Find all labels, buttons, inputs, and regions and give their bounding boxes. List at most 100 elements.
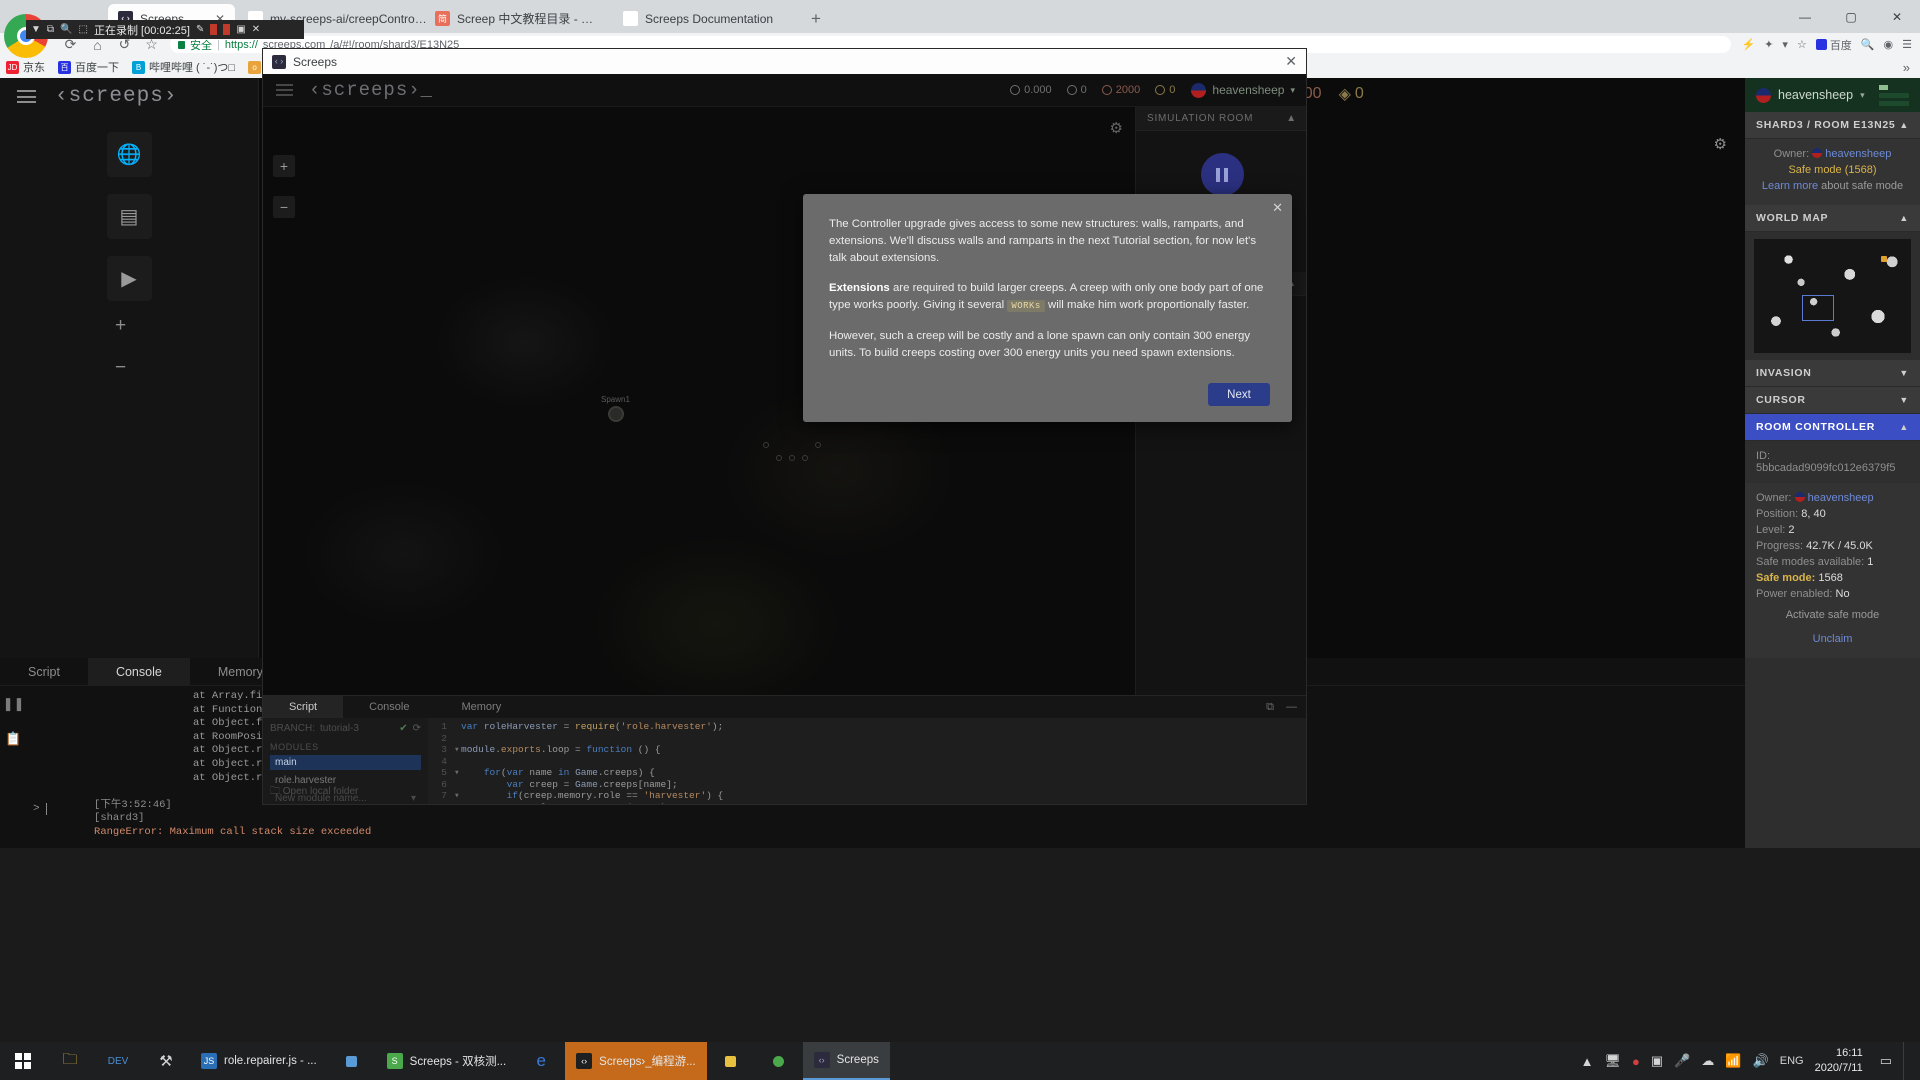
outer-settings-gear-icon[interactable]: ⚙ <box>1714 135 1727 153</box>
tab-console[interactable]: Console <box>343 696 435 718</box>
close-window-icon[interactable]: ✕ <box>1874 0 1920 33</box>
cloud-icon[interactable]: ☁ <box>1701 1053 1714 1069</box>
section-room-controller-header[interactable]: ROOM CONTROLLER ▲ <box>1745 414 1920 441</box>
map-zoom-in-button[interactable]: + <box>273 155 295 177</box>
popout-icon[interactable]: ⧉ <box>1266 701 1274 714</box>
tool-icon[interactable]: ⚒ <box>142 1042 190 1080</box>
baidu-button[interactable]: 百度 <box>1815 37 1852 53</box>
shared-window-titlebar[interactable]: ‹› Screeps ✕ <box>263 49 1306 74</box>
taskbar-item-vscode[interactable]: JS role.repairer.js - ... <box>190 1042 328 1080</box>
tab-memory[interactable]: Memory <box>435 696 527 718</box>
map-settings-gear-icon[interactable]: ⚙ <box>1110 119 1123 137</box>
fold-marker[interactable] <box>454 721 461 733</box>
close-icon[interactable]: ✕ <box>1272 200 1283 216</box>
fold-marker[interactable]: ▾ <box>454 790 461 802</box>
notification-icon[interactable]: ▭ <box>1880 1053 1892 1069</box>
volume-icon[interactable]: 🔊 <box>1753 1053 1769 1069</box>
taskbar-item-screeps-game[interactable]: ‹› Screeps›_编程游... <box>565 1042 707 1080</box>
owner-value[interactable]: heavensheep <box>1808 492 1874 504</box>
section-room-header[interactable]: SHARD3 / ROOM E13N25 ▲ <box>1745 112 1920 139</box>
zoom-in-button[interactable]: + <box>115 315 143 343</box>
extension-slot[interactable] <box>802 455 808 461</box>
section-invasion-header[interactable]: INVASION ▼ <box>1745 360 1920 387</box>
language-indicator[interactable]: ENG <box>1780 1055 1804 1067</box>
maximize-icon[interactable]: ▢ <box>1828 0 1874 33</box>
extension-slot[interactable] <box>789 455 795 461</box>
translate-icon[interactable]: ✦ <box>1764 38 1773 51</box>
taskbar-item-app3[interactable] <box>755 1042 803 1080</box>
sidebar-item-overview[interactable]: ▤ <box>106 194 152 239</box>
hamburger-menu-icon[interactable] <box>17 90 36 103</box>
dropdown-icon[interactable]: ▼ <box>31 24 41 35</box>
record-icon[interactable] <box>223 24 231 35</box>
close-icon[interactable]: ✕ <box>252 24 260 35</box>
module-item-main[interactable]: main <box>270 755 421 770</box>
taskbar-item-edge[interactable]: e <box>517 1042 565 1080</box>
owner-value[interactable]: heavensheep <box>1825 148 1891 160</box>
tab-script[interactable]: Script <box>0 658 88 685</box>
section-cursor-header[interactable]: CURSOR ▼ <box>1745 387 1920 414</box>
hamburger-menu-icon[interactable] <box>276 84 293 96</box>
menu-icon[interactable]: ☰ <box>1902 38 1912 51</box>
file-explorer-icon[interactable]: 🗀 <box>46 1042 94 1080</box>
next-button[interactable]: Next <box>1208 383 1270 406</box>
sidebar-item-replay[interactable]: ▶ <box>106 256 152 301</box>
refresh-icon[interactable]: ⟳ <box>413 723 421 734</box>
unclaim-button[interactable]: Unclaim <box>1756 633 1909 645</box>
region-icon[interactable]: ⧉ <box>47 24 54 35</box>
bookmark-misc[interactable]: o <box>248 60 262 74</box>
sidebar-item-world[interactable]: 🌐 <box>106 132 152 177</box>
select-icon[interactable]: ⬚ <box>79 24 88 35</box>
code-editor[interactable]: 1 var roleHarvester = require('role.harve… <box>428 718 1306 804</box>
section-simulation-room-header[interactable]: SIMULATION ROOM ▲ <box>1136 107 1306 131</box>
bookmark-jd[interactable]: JD 京东 <box>6 59 45 75</box>
search-icon[interactable]: 🔍 <box>1861 38 1875 51</box>
pen-icon[interactable]: ✎ <box>196 24 204 35</box>
extension-slot[interactable] <box>763 442 769 448</box>
camera-icon[interactable]: ▣ <box>236 24 245 35</box>
bookmark-baidu[interactable]: 百 百度一下 <box>58 59 119 75</box>
extension-icon[interactable]: ⚡ <box>1741 38 1755 51</box>
record-icon[interactable]: ● <box>1632 1054 1640 1069</box>
tab-console[interactable]: Console <box>87 658 190 685</box>
stop-icon[interactable] <box>210 24 218 35</box>
new-tab-button[interactable]: + <box>803 6 829 32</box>
simulation-pause-button[interactable] <box>1200 153 1244 196</box>
clipboard-icon[interactable]: 📋 <box>5 731 21 747</box>
bookmark-overflow-icon[interactable]: » <box>1903 60 1914 75</box>
start-button[interactable] <box>0 1042 46 1080</box>
taskbar-item-notes[interactable] <box>707 1042 755 1080</box>
activate-safe-mode-button[interactable]: Activate safe mode <box>1756 609 1909 621</box>
learn-more-link[interactable]: Learn more <box>1762 180 1818 192</box>
screen-recorder-toolbar[interactable]: ▼ ⧉ 🔍 ⬚ 正在录制 [00:02:25] ✎ ▣ ✕ <box>26 20 304 39</box>
tab-script[interactable]: Script <box>263 696 344 718</box>
chevron-down-icon[interactable]: ▾ <box>1782 38 1788 51</box>
minimize-icon[interactable]: — <box>1286 701 1297 713</box>
chevron-down-icon[interactable]: ▾ <box>1860 90 1865 101</box>
browser-tab-docs[interactable]: 🗎 Screeps Documentation <box>613 4 798 33</box>
world-map[interactable] <box>1754 239 1911 353</box>
show-desktop-button[interactable] <box>1903 1042 1910 1080</box>
open-local-folder-button[interactable]: 🗀 Open local folder <box>270 784 358 801</box>
network-icon[interactable]: 📶 <box>1725 1053 1741 1069</box>
editor-branch-row[interactable]: BRANCH: tutorial-3 ✔ ⟳ <box>270 723 421 734</box>
screen-icon[interactable]: ▣ <box>1651 1053 1663 1069</box>
inner-user-menu[interactable]: heavensheep ▾ <box>1191 82 1295 98</box>
outer-user-bar[interactable]: heavensheep ▾ <box>1745 78 1920 112</box>
chevron-up-icon[interactable]: ▲ <box>1581 1054 1594 1069</box>
taskbar-item-screeps-chrome[interactable]: S Screeps - 双核测... <box>376 1042 518 1080</box>
bookmark-bilibili[interactable]: B 哔哩哔哩 ( ˙-˙)つ□ <box>132 59 235 75</box>
minimize-icon[interactable]: — <box>1782 0 1828 33</box>
taskbar-item-screeps-active[interactable]: ‹› Screeps <box>802 1042 890 1080</box>
close-icon[interactable]: ✕ <box>1285 53 1297 70</box>
mic-icon[interactable]: 🎤 <box>1674 1053 1690 1069</box>
spawn-structure[interactable] <box>608 406 624 422</box>
profile-icon[interactable]: ◉ <box>1884 38 1894 51</box>
taskbar-item-app2[interactable] <box>328 1042 376 1080</box>
fold-marker[interactable]: ▾ <box>454 767 461 779</box>
dev-tool-icon[interactable]: DEV <box>94 1042 142 1080</box>
clock[interactable]: 16:11 2020/7/11 <box>1815 1046 1869 1076</box>
map-zoom-out-button[interactable]: − <box>273 196 295 218</box>
fold-marker[interactable]: ▾ <box>454 744 461 756</box>
pause-icon[interactable]: ❚❚ <box>3 696 25 712</box>
